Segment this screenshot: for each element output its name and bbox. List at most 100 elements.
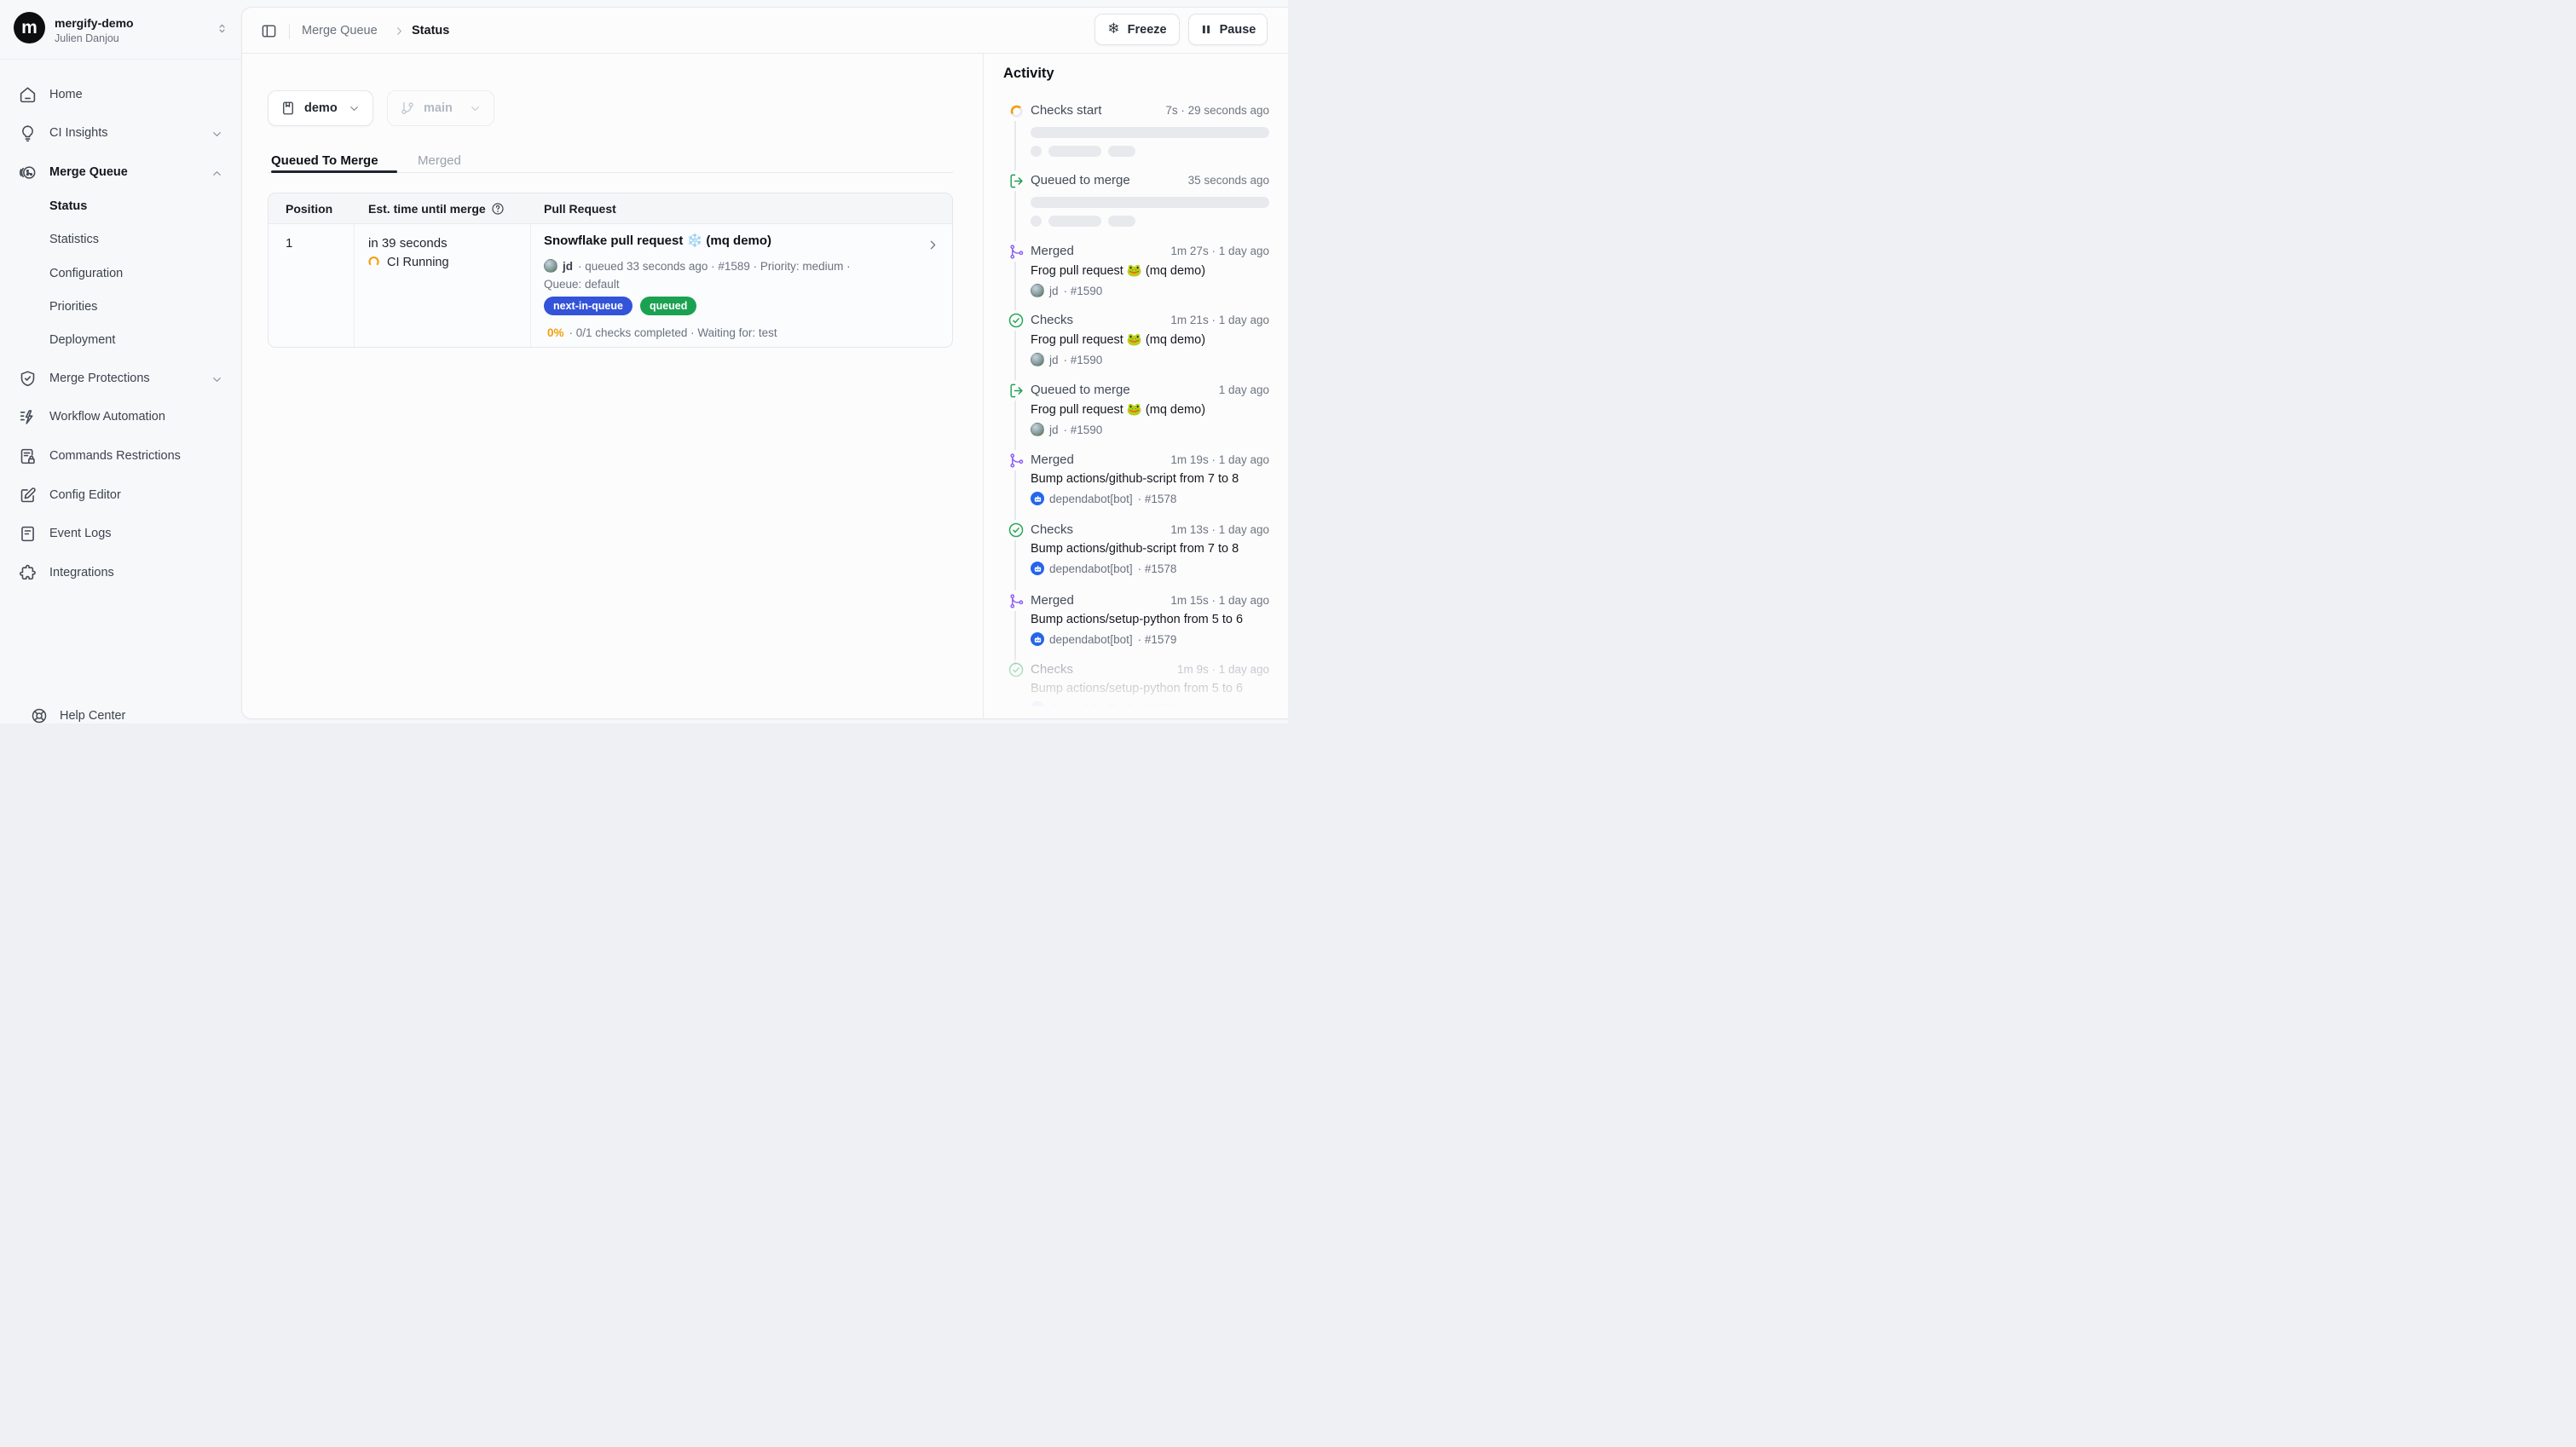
badge-queued: queued (640, 297, 696, 315)
sidebar-item-integrations[interactable]: Integrations (9, 560, 232, 587)
topbar-divider (289, 24, 290, 39)
sidebar-toggle-icon[interactable] (261, 23, 277, 39)
check-circle-icon (1006, 660, 1026, 680)
sidebar-item-label: Commands Restrictions (49, 449, 181, 463)
column-divider (354, 224, 355, 347)
sidebar-divider (0, 59, 240, 60)
branch-value: main (424, 101, 453, 115)
pause-button[interactable]: Pause (1188, 14, 1268, 45)
skeleton-row (1031, 216, 1269, 227)
sidebar-item-event-logs[interactable]: Event Logs (9, 521, 232, 548)
breadcrumb-chevron-icon (393, 25, 406, 37)
activity-event-merged[interactable]: Merged1m 15s · 1 day ago Bump actions/se… (1031, 593, 1269, 646)
row-expand-chevron-icon[interactable] (926, 238, 940, 252)
activity-event-merged[interactable]: Merged1m 19s · 1 day ago Bump actions/gi… (1031, 453, 1269, 505)
progress-text: · 0/1 checks completed · Waiting for: te… (569, 326, 777, 339)
sidebar-item-priorities[interactable]: Priorities (9, 295, 232, 320)
repository-select[interactable]: demo (268, 90, 373, 126)
zap-lines-icon (19, 408, 37, 426)
skeleton-bar (1031, 197, 1269, 208)
activity-event-checks[interactable]: Checks1m 9s · 1 day ago Bump actions/set… (1031, 662, 1269, 715)
sidebar-subitem-label: Configuration (49, 267, 123, 280)
sidebar-item-merge-queue[interactable]: Merge Queue (9, 159, 232, 187)
pause-icon (1200, 23, 1212, 36)
home-icon (19, 86, 37, 104)
activity-event-merged[interactable]: Merged1m 27s · 1 day ago Frog pull reque… (1031, 244, 1269, 297)
avatar (1031, 353, 1044, 366)
git-merge-icon (1006, 241, 1026, 262)
sidebar-item-label: Home (49, 88, 83, 101)
sidebar-item-config-editor[interactable]: Config Editor (9, 482, 232, 510)
breadcrumb-merge-queue[interactable]: Merge Queue (302, 24, 378, 37)
column-header-position: Position (286, 202, 332, 216)
lightbulb-icon (19, 124, 37, 142)
activity-event-checks[interactable]: Checks1m 21s · 1 day ago Frog pull reque… (1031, 313, 1269, 366)
sidebar-item-deployment[interactable]: Deployment (9, 328, 232, 354)
freeze-label: Freeze (1128, 23, 1167, 37)
org-switcher-icon[interactable] (216, 22, 228, 35)
row-eta: in 39 seconds (368, 236, 448, 251)
sidebar-item-configuration[interactable]: Configuration (9, 262, 232, 287)
puzzle-icon (19, 564, 37, 582)
check-circle-icon (1006, 520, 1026, 540)
edit-square-icon (19, 487, 37, 504)
pr-checks-progress: 0% · 0/1 checks completed · Waiting for:… (547, 326, 777, 339)
sidebar: m mergify-demo Julien Danjou Home CI Ins… (0, 0, 240, 724)
chevron-down-icon (469, 102, 482, 115)
sidebar-item-label: Merge Protections (49, 372, 150, 385)
activity-event-queued[interactable]: Queued to merge35 seconds ago (1031, 173, 1269, 227)
queue-table: Position Est. time until merge Pull Requ… (268, 193, 953, 348)
badge-next-in-queue: next-in-queue (544, 297, 632, 315)
dependabot-icon (1031, 632, 1044, 646)
branch-icon (400, 101, 415, 116)
pause-label: Pause (1220, 23, 1256, 37)
sidebar-item-label: Config Editor (49, 488, 121, 502)
row-ci-status: CI Running (367, 255, 449, 269)
chevron-down-icon (211, 128, 223, 141)
column-divider (530, 224, 531, 347)
sidebar-item-label: Workflow Automation (49, 410, 165, 424)
column-header-pull-request: Pull Request (544, 202, 616, 216)
sidebar-item-help-center[interactable]: Help Center (9, 703, 232, 724)
queued-to-merge-icon (1006, 170, 1026, 191)
sidebar-item-ci-insights[interactable]: CI Insights (9, 120, 232, 147)
chevron-up-icon (211, 167, 223, 180)
active-tab-indicator (271, 170, 397, 173)
activity-event-checks[interactable]: Checks1m 13s · 1 day ago Bump actions/gi… (1031, 522, 1269, 575)
pr-queue: Queue: default (544, 278, 620, 291)
row-position: 1 (286, 236, 292, 251)
sidebar-item-home[interactable]: Home (9, 82, 232, 109)
document-lock-icon (19, 447, 37, 465)
sidebar-item-commands-restrictions[interactable]: Commands Restrictions (9, 443, 232, 470)
sidebar-subitem-label: Deployment (49, 333, 115, 347)
mergify-dashboard: m mergify-demo Julien Danjou Home CI Ins… (0, 0, 1288, 724)
tab-queued-to-merge[interactable]: Queued To Merge (271, 153, 378, 168)
shield-check-icon (19, 370, 37, 388)
freeze-button[interactable]: ❄ Freeze (1095, 14, 1180, 45)
sidebar-item-label: CI Insights (49, 126, 108, 140)
pr-title[interactable]: Snowflake pull request ❄️ (mq demo) (544, 233, 771, 248)
tab-merged[interactable]: Merged (418, 153, 461, 168)
sidebar-item-merge-protections[interactable]: Merge Protections (9, 366, 232, 393)
spinner-icon (1006, 101, 1026, 121)
queue-table-header: Position Est. time until merge Pull Requ… (269, 193, 952, 224)
help-icon[interactable] (491, 202, 505, 216)
life-buoy-icon (31, 707, 48, 724)
progress-percent: 0% (547, 326, 564, 339)
pr-badges: next-in-queue queued (544, 297, 696, 315)
activity-event-checks-start[interactable]: Checks start7s · 29 seconds ago (1031, 103, 1269, 157)
branch-select[interactable]: main (387, 90, 494, 126)
avatar (544, 259, 557, 273)
dependabot-icon (1031, 701, 1044, 715)
activity-event-queued[interactable]: Queued to merge1 day ago Frog pull reque… (1031, 383, 1269, 436)
document-lines-icon (19, 525, 37, 543)
pr-author: jd (563, 260, 573, 273)
sidebar-item-workflow-automation[interactable]: Workflow Automation (9, 404, 232, 431)
sidebar-item-statistics[interactable]: Statistics (9, 228, 232, 253)
org-avatar: m (14, 12, 45, 43)
sidebar-subitem-label: Status (49, 199, 87, 213)
sidebar-item-status[interactable]: Status (9, 194, 232, 220)
dependabot-icon (1031, 562, 1044, 575)
sidebar-item-label: Help Center (60, 709, 125, 723)
ci-spinner-icon (367, 255, 381, 269)
